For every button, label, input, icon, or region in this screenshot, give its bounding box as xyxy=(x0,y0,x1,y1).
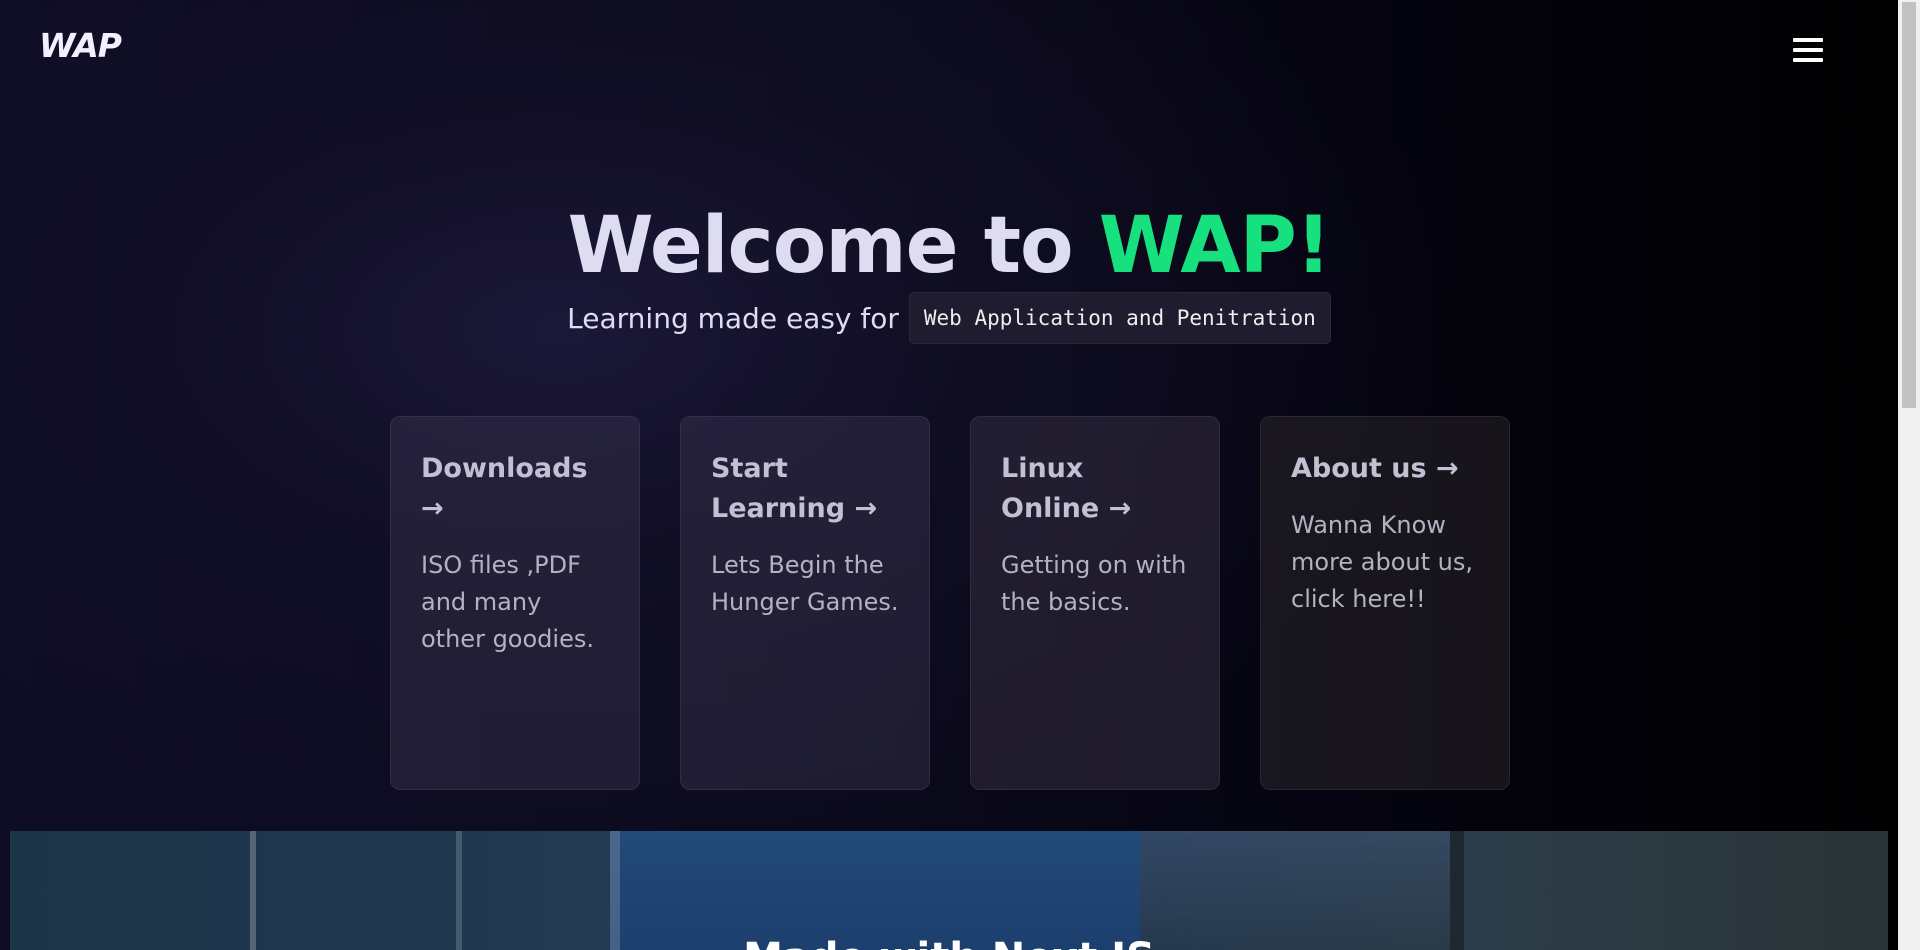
card-downloads[interactable]: Downloads → ISO files ,PDF and many othe… xyxy=(390,416,640,790)
page-scrollbar[interactable] xyxy=(1898,0,1920,950)
hero-title-accent: WAP! xyxy=(1098,201,1332,291)
menu-bar-middle xyxy=(1793,48,1823,52)
hero-title-prefix: Welcome to xyxy=(567,201,1099,291)
card-description: Lets Begin the Hunger Games. xyxy=(711,551,899,616)
wap-logo[interactable]: WAP xyxy=(39,26,122,65)
banner-background-image xyxy=(1110,831,1450,950)
next-js-banner: Made with Next JS xyxy=(10,831,1888,950)
card-linux-online[interactable]: Linux Online → Getting on with the basic… xyxy=(970,416,1220,790)
card-title: About us → xyxy=(1291,453,1459,484)
card-title: Linux Online → xyxy=(1001,453,1132,524)
card-title: Start Learning → xyxy=(711,453,878,524)
banner-title: Made with Next JS xyxy=(10,935,1888,950)
card-title: Downloads → xyxy=(421,453,588,524)
banner-background-image xyxy=(610,831,1140,950)
hero-subtitle: Learning made easy for Web Application a… xyxy=(0,292,1898,344)
hamburger-menu-icon[interactable] xyxy=(1793,38,1823,62)
card-description: ISO files ,PDF and many other goodies. xyxy=(421,551,594,653)
banner-background-image xyxy=(1450,831,1464,950)
card-grid: Downloads → ISO files ,PDF and many othe… xyxy=(390,416,1510,790)
card-description: Wanna Know more about us, click here!! xyxy=(1291,511,1474,613)
card-description: Getting on with the basics. xyxy=(1001,551,1187,616)
hero-subtitle-text: Learning made easy for xyxy=(567,301,899,335)
menu-bar-top xyxy=(1793,38,1823,42)
banner-background-image xyxy=(250,831,462,950)
card-start-learning[interactable]: Start Learning → Lets Begin the Hunger G… xyxy=(680,416,930,790)
menu-bar-bottom xyxy=(1793,58,1823,62)
scrollbar-thumb[interactable] xyxy=(1902,2,1916,408)
card-about-us[interactable]: About us → Wanna Know more about us, cli… xyxy=(1260,416,1510,790)
hero-title: Welcome to WAP! xyxy=(0,198,1898,294)
hero-code-tag: Web Application and Penitration xyxy=(908,292,1331,344)
